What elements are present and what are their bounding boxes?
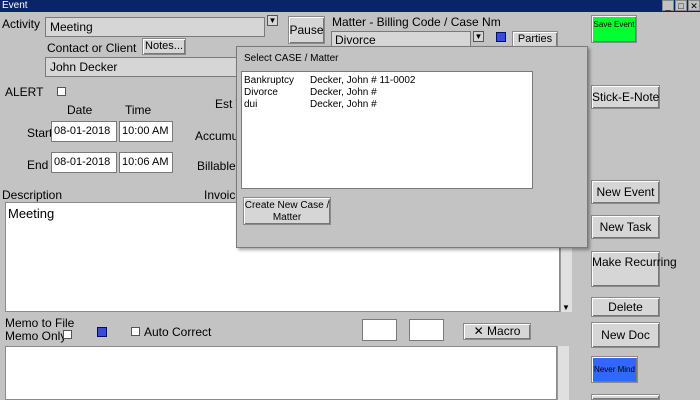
memo-field-2[interactable]: [409, 319, 444, 341]
memo-textarea[interactable]: [5, 346, 557, 400]
pause-button[interactable]: Pause: [288, 16, 325, 44]
partial-bottom-button[interactable]: [591, 394, 660, 400]
end-time-input[interactable]: 10:06 AM: [119, 152, 173, 173]
memo-only-checkbox[interactable]: [63, 330, 72, 339]
restore-button[interactable]: □: [675, 0, 687, 11]
popup-title: Select CASE / Matter: [244, 53, 339, 64]
billable-label: Billable: [197, 159, 236, 173]
list-item-matter: Bankruptcy: [244, 75, 295, 86]
matter-label: Matter - Billing Code / Case Nm: [332, 15, 501, 29]
minimize-button[interactable]: _: [662, 0, 674, 11]
new-event-button[interactable]: New Event: [591, 180, 660, 204]
activity-label: Activity: [2, 17, 41, 31]
description-label: Description: [2, 188, 63, 202]
start-time-input[interactable]: 10:00 AM: [119, 121, 173, 142]
memo-scrollbar[interactable]: [557, 346, 569, 400]
list-item-matter: dui: [244, 99, 258, 110]
list-item-client: Decker, John #: [310, 99, 377, 110]
macro-label: Macro: [487, 324, 521, 338]
matter-dropdown-arrow-icon[interactable]: ▼: [473, 31, 484, 42]
date-header: Date: [67, 103, 93, 117]
alert-checkbox[interactable]: [57, 87, 66, 96]
start-label: Start: [27, 126, 53, 140]
activity-dropdown[interactable]: Meeting: [45, 17, 265, 37]
save-event-button[interactable]: Save Event: [591, 15, 637, 43]
contact-label: Contact or Client: [47, 41, 137, 55]
macro-button[interactable]: ✕ Macro: [463, 323, 531, 340]
list-item-client: Decker, John #: [310, 87, 377, 98]
window-title: Event: [2, 0, 28, 11]
new-task-button[interactable]: New Task: [591, 215, 660, 239]
scroll-down-arrow-icon[interactable]: ▼: [562, 303, 570, 312]
description-text: Meeting: [8, 206, 55, 221]
make-recurring-button[interactable]: Make Recurring: [591, 251, 677, 287]
accumulated-label: Accumu: [195, 129, 239, 143]
end-date-input[interactable]: 08-01-2018: [51, 152, 117, 173]
matter-dropdown[interactable]: Divorce: [331, 31, 471, 47]
memo-lookup-icon[interactable]: [97, 327, 107, 337]
end-label: End: [27, 158, 49, 172]
contact-field[interactable]: John Decker: [45, 57, 240, 77]
matter-lookup-icon[interactable]: [496, 32, 506, 42]
activity-dropdown-arrow-icon[interactable]: ▼: [267, 15, 278, 26]
alert-label: ALERT: [5, 85, 44, 99]
close-button[interactable]: ✕: [688, 0, 700, 11]
auto-correct-label: Auto Correct: [144, 325, 212, 339]
auto-correct-checkbox[interactable]: [131, 327, 140, 336]
case-listbox[interactable]: Bankruptcy Decker, John # 11-0002 Divorc…: [241, 71, 533, 189]
notes-button[interactable]: Notes...: [142, 38, 186, 55]
list-item-client: Decker, John # 11-0002: [310, 75, 416, 86]
memo-only-label: Memo Only: [5, 329, 67, 343]
x-icon: ✕: [473, 324, 484, 338]
stick-e-note-button[interactable]: Stick-E-Note: [591, 85, 660, 109]
never-mind-button[interactable]: Never Mind: [591, 356, 638, 383]
start-date-input[interactable]: 08-01-2018: [51, 121, 117, 142]
delete-button[interactable]: Delete: [591, 297, 660, 317]
memo-field-1[interactable]: [362, 319, 397, 341]
new-doc-button[interactable]: New Doc: [591, 322, 660, 348]
select-case-popup: Select CASE / Matter Bankruptcy Decker, …: [236, 46, 588, 248]
title-bar: Event _ □ ✕: [0, 0, 700, 12]
time-header: Time: [125, 103, 152, 117]
create-new-case-button[interactable]: Create New Case / Matter: [243, 197, 331, 225]
list-item-matter: Divorce: [244, 87, 278, 98]
memo-to-file-label: Memo to File: [5, 316, 75, 330]
